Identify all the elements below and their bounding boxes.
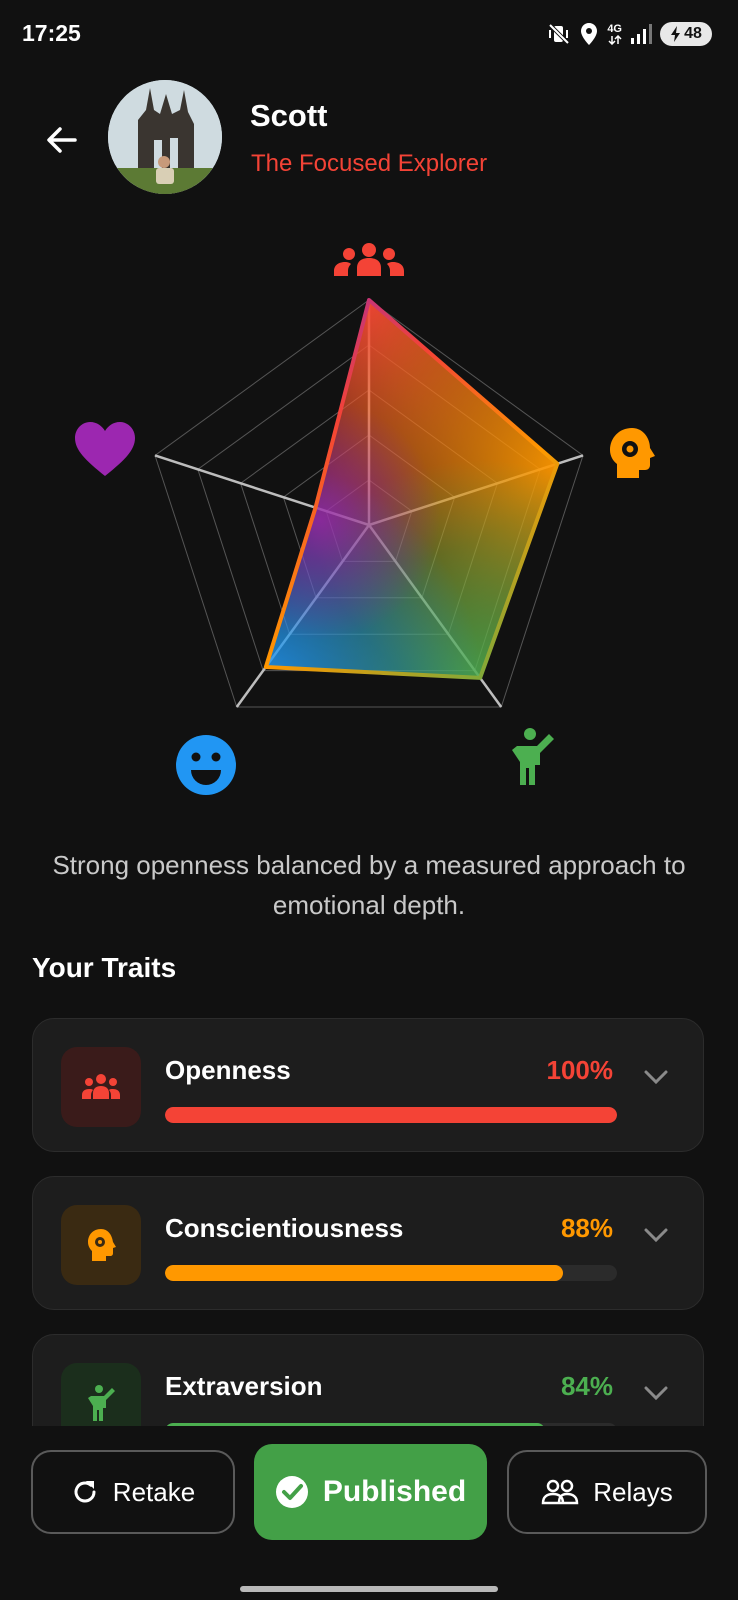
battery-level: 48	[684, 25, 702, 42]
smiley-icon	[176, 735, 236, 795]
traits-list[interactable]: Openness 100% Conscientiousness 88% Extr…	[32, 1018, 706, 1426]
group-icon	[541, 1479, 579, 1505]
people-icon	[82, 1074, 120, 1099]
chevron-down-icon	[644, 1228, 668, 1243]
trait-progress-track	[165, 1265, 617, 1281]
bottom-action-bar: Retake Published Relays	[0, 1426, 738, 1600]
trait-card-openness[interactable]: Openness 100%	[32, 1018, 704, 1152]
trait-icon-box	[61, 1047, 141, 1127]
retake-label: Retake	[112, 1476, 196, 1507]
vibrate-mute-icon	[547, 22, 571, 46]
user-name: Scott	[250, 98, 328, 133]
network-indicator: 4G	[607, 22, 622, 45]
chevron-down-icon	[644, 1386, 668, 1401]
home-indicator[interactable]	[240, 1586, 498, 1592]
heart-icon	[75, 422, 135, 476]
expand-button[interactable]	[643, 1069, 669, 1090]
trait-name: Openness	[165, 1055, 291, 1085]
relays-button[interactable]: Relays	[507, 1450, 707, 1534]
back-button[interactable]	[38, 116, 86, 164]
people-icon	[334, 243, 404, 276]
status-bar: 17:25 4G 48	[0, 0, 738, 72]
published-button[interactable]: Published	[254, 1444, 487, 1540]
trait-card-extraversion[interactable]: Extraversion 84%	[32, 1334, 704, 1426]
check-circle-icon	[275, 1476, 308, 1508]
trait-percent: 84%	[560, 1371, 613, 1401]
personality-type: The Focused Explorer	[251, 150, 488, 177]
trait-percent: 100%	[546, 1055, 614, 1085]
chevron-down-icon	[644, 1070, 668, 1085]
traits-heading: Your Traits	[32, 952, 177, 983]
trait-icon-box	[61, 1363, 141, 1426]
trait-progress-track	[165, 1107, 617, 1123]
radar-fill-neuroticism	[265, 300, 558, 678]
retake-button[interactable]: Retake	[31, 1450, 235, 1534]
trait-card-conscientiousness[interactable]: Conscientiousness 88%	[32, 1176, 704, 1310]
trait-icon-box	[61, 1205, 141, 1285]
relays-label: Relays	[593, 1476, 673, 1507]
trait-name: Conscientiousness	[165, 1213, 404, 1243]
location-icon	[579, 22, 599, 46]
trait-progress-fill	[165, 1107, 617, 1123]
head-gear-icon	[610, 428, 655, 478]
status-time: 17:25	[22, 20, 81, 46]
signal-icon	[630, 23, 652, 45]
trait-progress-fill	[165, 1265, 563, 1281]
expand-button[interactable]	[643, 1227, 669, 1248]
person-waving-icon	[512, 728, 554, 785]
head-gear-icon	[88, 1229, 116, 1261]
trait-radar-chart	[0, 220, 738, 820]
radar-svg	[75, 243, 655, 795]
avatar	[108, 80, 222, 194]
status-icons: 4G 48	[547, 22, 712, 46]
trait-percent: 88%	[560, 1213, 613, 1243]
expand-button[interactable]	[643, 1385, 669, 1406]
refresh-icon	[74, 1481, 96, 1503]
personality-summary: Strong openness balanced by a measured a…	[52, 850, 686, 920]
person-waving-icon	[88, 1385, 115, 1421]
arrow-left-icon	[47, 127, 77, 153]
battery-charging-icon: 48	[660, 22, 712, 46]
trait-name: Extraversion	[165, 1371, 323, 1401]
published-label: Published	[322, 1475, 467, 1508]
profile-header: Scott The Focused Explorer	[0, 80, 738, 200]
network-label: 4G	[607, 22, 622, 35]
